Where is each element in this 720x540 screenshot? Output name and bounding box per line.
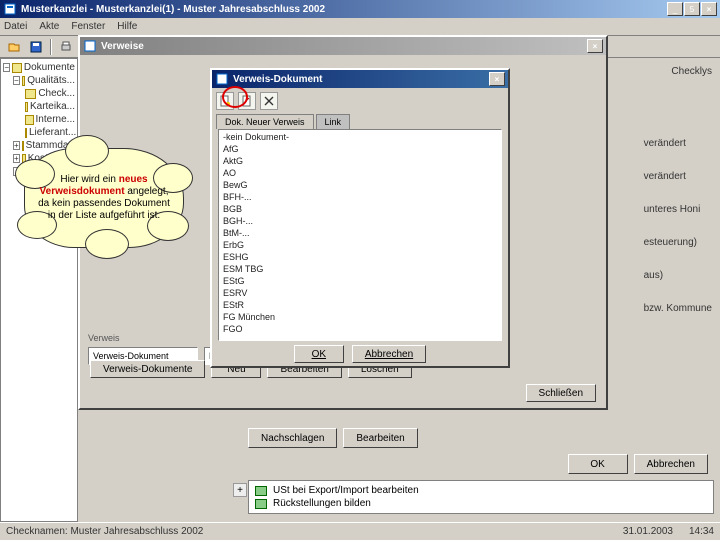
tree-item[interactable]: Check...	[3, 87, 75, 100]
section-label: Verweis	[88, 333, 120, 343]
list-item[interactable]: AO	[221, 167, 499, 179]
delete-icon[interactable]	[260, 92, 278, 110]
list-item[interactable]: BFH-...	[221, 191, 499, 203]
list-item[interactable]: AfG	[221, 143, 499, 155]
menu-datei[interactable]: Datei	[4, 21, 27, 32]
close-button[interactable]: ×	[701, 2, 717, 16]
verweis-dokumente-button[interactable]: Verweis-Dokumente	[90, 360, 205, 378]
tool-separator	[50, 39, 52, 55]
folder-icon	[22, 76, 26, 86]
list-item: verändert	[644, 138, 712, 149]
folder-icon	[25, 102, 28, 112]
tree-panel[interactable]: −Dokumente −Qualitäts... Check... Kartei…	[0, 58, 78, 522]
tree-root[interactable]: −Dokumente	[3, 61, 75, 74]
list-item: aus)	[644, 270, 712, 281]
menu-akte[interactable]: Akte	[39, 21, 59, 32]
list-item: verändert	[644, 171, 712, 182]
close-button[interactable]: ×	[489, 72, 505, 86]
folder-icon	[25, 128, 27, 138]
tab-link[interactable]: Link	[316, 114, 351, 129]
list-item[interactable]: BGB	[221, 203, 499, 215]
tree-item[interactable]: −Qualitäts...	[3, 74, 75, 87]
nachschlagen-button[interactable]: Nachschlagen	[248, 428, 337, 448]
tab-neuer-verweis[interactable]: Dok. Neuer Verweis	[216, 114, 314, 129]
statusbar: Checknamen: Muster Jahresabschluss 2002 …	[0, 522, 720, 540]
list-item[interactable]: BGH-...	[221, 215, 499, 227]
bearbeiten-button[interactable]: Bearbeiten	[343, 428, 417, 448]
abbrechen-button[interactable]: Abbrechen	[634, 454, 708, 474]
restore-button[interactable]: 5	[684, 2, 700, 16]
menu-hilfe[interactable]: Hilfe	[117, 21, 137, 32]
checklist-item[interactable]: Rückstellungen bilden	[255, 497, 707, 510]
list-item[interactable]: FGO	[221, 323, 499, 335]
list-item: bzw. Kommune	[644, 303, 712, 314]
ok-button[interactable]: OK	[294, 345, 344, 363]
list-item[interactable]: EStG	[221, 275, 499, 287]
list-item[interactable]: -kein Dokument-	[221, 131, 499, 143]
tree-item[interactable]: Interne...	[3, 113, 75, 126]
list-item[interactable]: AktG	[221, 155, 499, 167]
new-doc-icon[interactable]	[216, 92, 234, 110]
folder-icon	[12, 63, 22, 73]
abbrechen-button[interactable]: Abbrechen	[352, 345, 426, 363]
dokument-list[interactable]: -kein Dokument- AfG AktG AO BewG BFH-...…	[218, 129, 502, 341]
status-date: 31.01.2003	[623, 526, 673, 537]
tool-print-icon[interactable]	[56, 38, 76, 56]
annotation-cloud: Hier wird ein neues Verweisdokument ange…	[12, 138, 196, 268]
status-time: 14:34	[689, 526, 714, 537]
dialog-title: Verweise	[101, 41, 587, 52]
list-item[interactable]: EStR	[221, 299, 499, 311]
dialog-title: Verweis-Dokument	[233, 74, 489, 85]
tool-open-icon[interactable]	[4, 38, 24, 56]
app-title: Musterkanzlei - Musterkanzlei(1) - Muste…	[21, 4, 667, 15]
folder-icon	[25, 115, 34, 125]
dialog-icon	[215, 72, 229, 86]
list-item[interactable]: BewG	[221, 179, 499, 191]
flag-icon	[255, 486, 267, 496]
checklist-heading: Checklys	[671, 66, 712, 77]
folder-icon	[25, 89, 36, 99]
list-item[interactable]: FG München	[221, 311, 499, 323]
checklist-panel: + USt bei Export/Import bearbeiten Rücks…	[248, 480, 714, 514]
flag-icon	[255, 499, 267, 509]
menubar: Datei Akte Fenster Hilfe	[0, 18, 720, 36]
annotation-text: Hier wird ein neues Verweisdokument ange…	[37, 174, 171, 222]
ok-button[interactable]: OK	[568, 454, 628, 474]
menu-fenster[interactable]: Fenster	[71, 21, 105, 32]
list-item: unteres Honi	[644, 204, 712, 215]
close-button[interactable]: ×	[587, 39, 603, 53]
dialog-icon	[83, 39, 97, 53]
list-item[interactable]: ErbG	[221, 239, 499, 251]
app-icon	[3, 2, 17, 16]
expand-icon[interactable]: +	[233, 483, 247, 497]
list-item[interactable]: ESRV	[221, 287, 499, 299]
list-item[interactable]: ESHG	[221, 251, 499, 263]
minimize-button[interactable]: _	[667, 2, 683, 16]
verweis-dokument-dialog: Verweis-Dokument × Dok. Neuer Verweis Li…	[210, 68, 510, 368]
list-item: esteuerung)	[644, 237, 712, 248]
tree-item[interactable]: Karteika...	[3, 100, 75, 113]
tool-save-icon[interactable]	[26, 38, 46, 56]
edit-icon[interactable]	[238, 92, 256, 110]
schliessen-button[interactable]: Schließen	[526, 384, 596, 402]
list-item[interactable]: BtM-...	[221, 227, 499, 239]
status-text: Checknamen: Muster Jahresabschluss 2002	[6, 526, 203, 537]
checklist-item[interactable]: USt bei Export/Import bearbeiten	[255, 484, 707, 497]
list-item[interactable]: ESM TBG	[221, 263, 499, 275]
app-titlebar: Musterkanzlei - Musterkanzlei(1) - Muste…	[0, 0, 720, 18]
